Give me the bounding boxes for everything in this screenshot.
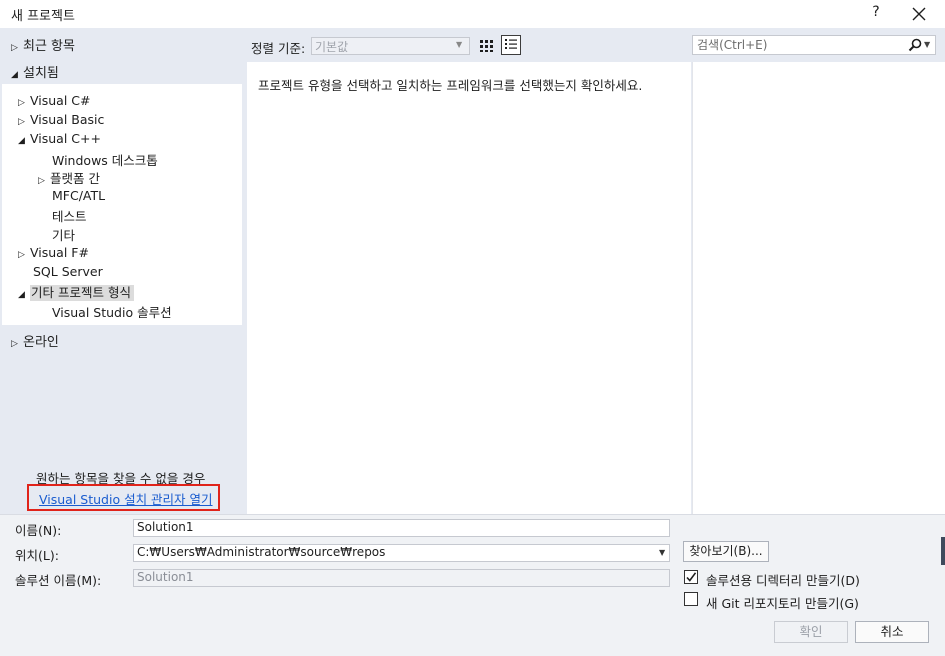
tree-node-visual-fsharp[interactable]: ▷ Visual F# (18, 245, 89, 260)
template-list-panel (247, 62, 691, 514)
create-directory-checkbox[interactable] (684, 570, 698, 584)
dialog-title: 새 프로젝트 (11, 9, 75, 24)
expand-arrow-icon[interactable]: ▷ (18, 98, 30, 108)
name-label: 이름(N): (15, 523, 62, 538)
close-icon (912, 7, 926, 21)
tree-node-online[interactable]: ▷ 온라인 (11, 331, 59, 350)
tree-node-other-project-types[interactable]: ◢ 기타 프로젝트 형식 (18, 282, 134, 301)
template-empty-message: 프로젝트 유형을 선택하고 일치하는 프레임워크를 선택했는지 확인하세요. (258, 78, 643, 93)
tree-node-cross-platform[interactable]: ▷ 플랫폼 간 (38, 168, 100, 187)
collapse-arrow-icon[interactable]: ◢ (11, 70, 23, 80)
git-repository-label[interactable]: 새 Git 리포지토리 만들기(G) (706, 593, 859, 612)
collapse-arrow-icon[interactable]: ◢ (18, 136, 30, 146)
search-box[interactable]: ▼ (692, 35, 936, 55)
chevron-down-icon: ▼ (456, 40, 463, 49)
tree-node-visual-basic[interactable]: ▷ Visual Basic (18, 112, 104, 127)
solution-name-label: 솔루션 이름(M): (15, 573, 102, 588)
solution-name-value: Solution1 (137, 570, 194, 584)
git-repository-checkbox[interactable] (684, 592, 698, 606)
tree-node-vs-solution[interactable]: Visual Studio 솔루션 (52, 302, 172, 321)
sort-select-value: 기본값 (315, 40, 349, 54)
expand-arrow-icon[interactable]: ▷ (11, 339, 23, 349)
ok-button[interactable]: 확인 (774, 621, 848, 643)
chevron-down-icon[interactable]: ▼ (659, 548, 665, 557)
search-icon[interactable] (908, 38, 922, 52)
list-view-button[interactable] (501, 35, 521, 55)
tree-node-sql-server[interactable]: SQL Server (33, 264, 103, 279)
grid-icon (480, 40, 493, 52)
location-label: 위치(L): (15, 548, 59, 563)
browse-button[interactable]: 찾아보기(B)... (683, 541, 769, 562)
expand-arrow-icon[interactable]: ▷ (38, 176, 50, 186)
chevron-down-icon[interactable]: ▼ (924, 40, 930, 49)
create-directory-label[interactable]: 솔루션용 디렉터리 만들기(D) (706, 570, 860, 589)
sort-label: 정렬 기준: (251, 41, 306, 56)
search-input[interactable] (697, 37, 897, 53)
tree-node-visual-csharp[interactable]: ▷ Visual C# (18, 93, 91, 108)
tree-node-installed[interactable]: ◢ 설치됨 (11, 62, 59, 81)
sort-select[interactable]: 기본값 ▼ (311, 37, 470, 55)
close-button[interactable] (906, 3, 932, 25)
list-icon (505, 39, 517, 49)
template-details-panel (692, 62, 945, 514)
tree-node-mfc-atl[interactable]: MFC/ATL (52, 188, 105, 203)
solution-name-field[interactable]: Solution1 (133, 569, 670, 587)
tree-node-test[interactable]: 테스트 (52, 206, 87, 225)
cancel-button[interactable]: 취소 (855, 621, 929, 643)
installed-tree: ▷ Visual C# ▷ Visual Basic ◢ Visual C++ Win… (2, 84, 242, 325)
location-combobox[interactable]: C:₩Users₩Administrator₩source₩repos ▼ (133, 544, 670, 562)
expand-arrow-icon[interactable]: ▷ (18, 250, 30, 260)
tree-node-other[interactable]: 기타 (52, 225, 75, 244)
background-window-edge (941, 537, 945, 565)
tree-node-windows-desktop[interactable]: Windows 데스크톱 (52, 150, 158, 169)
checkmark-icon (686, 572, 697, 582)
tree-node-visual-cpp[interactable]: ◢ Visual C++ (18, 131, 101, 146)
small-icons-view-button[interactable] (477, 36, 495, 54)
name-field[interactable]: Solution1 (133, 519, 670, 537)
title-bar (0, 0, 945, 28)
tree-node-recent[interactable]: ▷ 최근 항목 (11, 35, 75, 54)
open-installer-link[interactable]: Visual Studio 설치 관리자 열기 (39, 489, 213, 508)
collapse-arrow-icon[interactable]: ◢ (18, 290, 30, 300)
expand-arrow-icon[interactable]: ▷ (11, 43, 23, 53)
location-field-value: C:₩Users₩Administrator₩source₩repos (137, 545, 386, 559)
template-category-panel: ▷ 최근 항목 ◢ 설치됨 ▷ Visual C# ▷ Visual Basic ◢ Vi… (0, 28, 246, 514)
help-button[interactable]: ? (866, 4, 886, 24)
name-field-value: Solution1 (137, 520, 194, 534)
expand-arrow-icon[interactable]: ▷ (18, 117, 30, 127)
